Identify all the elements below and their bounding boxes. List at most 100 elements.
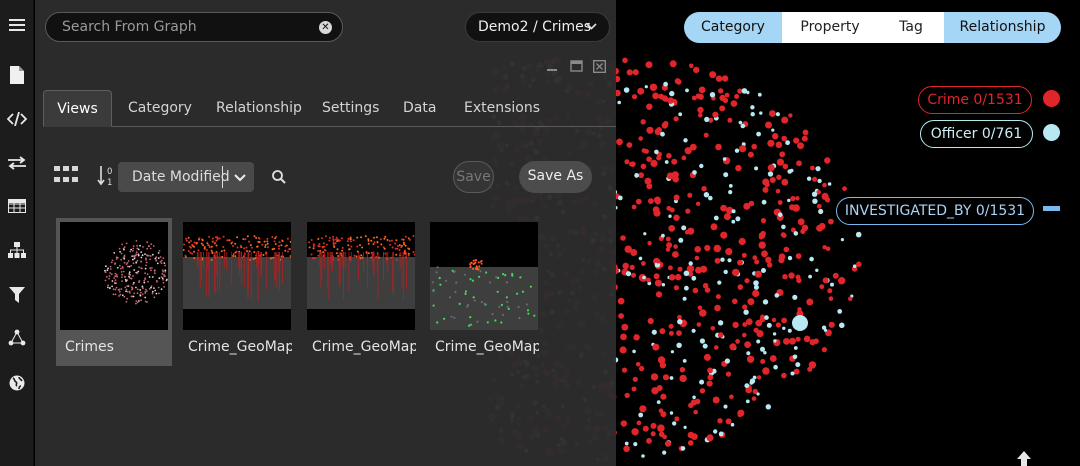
- crime-node[interactable]: [782, 163, 789, 170]
- officer-node[interactable]: [787, 328, 792, 333]
- tab-views[interactable]: Views: [43, 90, 112, 127]
- officer-node[interactable]: [795, 362, 801, 368]
- officer-node[interactable]: [839, 322, 845, 329]
- crime-node[interactable]: [771, 317, 777, 323]
- officer-node[interactable]: [685, 88, 689, 93]
- crime-node[interactable]: [793, 368, 800, 375]
- officer-node[interactable]: [787, 169, 792, 174]
- crime-node[interactable]: [700, 265, 708, 273]
- crime-node[interactable]: [769, 355, 777, 362]
- officer-node[interactable]: [703, 192, 710, 198]
- crime-node[interactable]: [617, 297, 625, 305]
- officer-node[interactable]: [771, 128, 775, 132]
- tab-category[interactable]: Category: [128, 90, 192, 127]
- officer-node[interactable]: [683, 425, 687, 429]
- officer-node[interactable]: [654, 149, 659, 155]
- crime-node[interactable]: [647, 241, 652, 246]
- crime-node[interactable]: [758, 232, 766, 239]
- officer-node[interactable]: [663, 81, 668, 87]
- crime-node[interactable]: [629, 264, 635, 270]
- officer-node[interactable]: [787, 198, 791, 203]
- crime-node[interactable]: [735, 164, 742, 172]
- crime-node[interactable]: [650, 159, 658, 167]
- crime-node[interactable]: [650, 422, 657, 429]
- swap-icon[interactable]: [0, 148, 34, 178]
- crime-node[interactable]: [658, 408, 664, 414]
- officer-node[interactable]: [759, 111, 763, 115]
- crime-node[interactable]: [821, 192, 829, 200]
- crime-node[interactable]: [642, 425, 649, 432]
- crime-node[interactable]: [783, 246, 790, 253]
- crime-node[interactable]: [646, 438, 652, 444]
- close-icon[interactable]: [593, 60, 606, 73]
- crime-node[interactable]: [631, 386, 637, 392]
- officer-node[interactable]: [764, 315, 769, 320]
- crime-node[interactable]: [754, 259, 760, 265]
- officer-node[interactable]: [676, 342, 682, 348]
- officer-node[interactable]: [688, 261, 693, 266]
- crime-node[interactable]: [706, 434, 714, 442]
- view-card-crimes[interactable]: Crimes: [56, 218, 172, 366]
- legend-investigated-by[interactable]: INVESTIGATED_BY 0/1531: [836, 197, 1034, 225]
- officer-node[interactable]: [745, 399, 750, 404]
- officer-node[interactable]: [669, 411, 674, 415]
- officer-node[interactable]: [778, 212, 783, 217]
- crime-node[interactable]: [675, 273, 682, 281]
- crime-node[interactable]: [822, 245, 827, 250]
- crime-node[interactable]: [694, 398, 701, 405]
- tab-data[interactable]: Data: [403, 90, 436, 127]
- officer-node[interactable]: [830, 282, 834, 287]
- officer-node[interactable]: [818, 208, 824, 215]
- officer-node[interactable]: [817, 178, 822, 184]
- crime-node[interactable]: [620, 333, 627, 341]
- officer-node[interactable]: [757, 92, 762, 97]
- project-selector[interactable]: Demo2 / Crimes: [465, 12, 610, 42]
- crime-node[interactable]: [687, 431, 695, 439]
- crime-node[interactable]: [630, 161, 636, 167]
- officer-node[interactable]: [731, 219, 736, 224]
- crime-node[interactable]: [618, 313, 624, 319]
- crime-node[interactable]: [677, 314, 682, 320]
- crime-node[interactable]: [819, 284, 825, 290]
- crime-node[interactable]: [666, 172, 674, 180]
- crime-node[interactable]: [717, 418, 723, 424]
- crime-node[interactable]: [621, 367, 628, 373]
- officer-node[interactable]: [669, 376, 674, 380]
- officer-node[interactable]: [773, 364, 778, 370]
- crime-node[interactable]: [762, 178, 770, 186]
- crime-node[interactable]: [655, 258, 661, 264]
- crime-node[interactable]: [776, 174, 782, 180]
- crime-node[interactable]: [821, 347, 828, 353]
- crime-node[interactable]: [744, 278, 750, 284]
- crime-node[interactable]: [659, 328, 666, 335]
- crime-node[interactable]: [714, 304, 721, 312]
- crime-node[interactable]: [746, 355, 755, 363]
- officer-node[interactable]: [811, 191, 818, 197]
- crime-node[interactable]: [689, 143, 697, 151]
- crime-node[interactable]: [828, 296, 834, 301]
- crime-node[interactable]: [692, 287, 699, 294]
- crime-node[interactable]: [696, 322, 702, 327]
- crime-node[interactable]: [752, 289, 760, 298]
- officer-node[interactable]: [723, 172, 729, 178]
- officer-node[interactable]: [821, 325, 827, 330]
- crime-node[interactable]: [651, 387, 659, 395]
- officer-node[interactable]: [855, 231, 862, 238]
- crime-node[interactable]: [725, 248, 733, 256]
- crime-node[interactable]: [701, 186, 707, 192]
- officer-node[interactable]: [720, 257, 725, 262]
- crime-node[interactable]: [742, 332, 747, 338]
- crime-node[interactable]: [838, 277, 846, 285]
- crime-node[interactable]: [641, 261, 646, 266]
- sort-select[interactable]: Date Modified: [118, 162, 254, 192]
- crime-node[interactable]: [732, 298, 738, 305]
- crime-node[interactable]: [694, 246, 701, 253]
- officer-node[interactable]: [651, 329, 657, 335]
- crime-node[interactable]: [620, 420, 627, 427]
- officer-node[interactable]: [765, 404, 771, 410]
- globe-icon[interactable]: [0, 368, 34, 398]
- crime-node[interactable]: [694, 255, 700, 261]
- officer-node[interactable]: [808, 274, 812, 279]
- crime-node[interactable]: [776, 158, 785, 166]
- crime-node[interactable]: [688, 402, 694, 408]
